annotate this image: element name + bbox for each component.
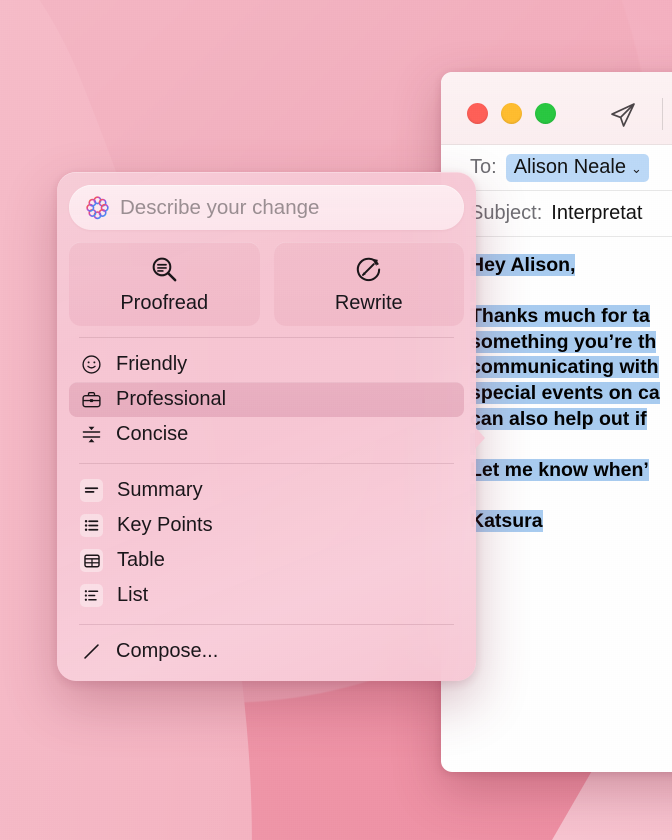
body-line: Hey Alison, (470, 253, 672, 279)
body-line: Thanks much for ta (470, 304, 672, 330)
menu-item-label: List (117, 584, 149, 606)
menu-item-friendly[interactable]: Friendly (69, 347, 464, 382)
menu-item-label: Concise (116, 423, 189, 445)
selected-text: Thanks much for ta (470, 305, 650, 328)
arrow-circlepath-pencil-icon (357, 257, 381, 281)
menu-item-compose[interactable]: Compose... (69, 634, 464, 669)
window-titlebar (441, 72, 672, 145)
smiley-face-icon (80, 354, 102, 376)
body-line: something you’re th (470, 330, 672, 356)
traffic-light-group (467, 103, 556, 124)
screen: To: Alison Neale ⌄ Subject: Interpretat … (0, 0, 672, 840)
paper-plane-icon (611, 103, 635, 127)
menu-item-concise[interactable]: Concise (69, 417, 464, 452)
send-button[interactable] (604, 96, 642, 134)
divider (79, 624, 454, 625)
apple-intelligence-icon (86, 196, 109, 220)
body-line: communicating with (470, 355, 672, 381)
rewrite-button[interactable]: Rewrite (273, 242, 464, 326)
recipient-name: Alison Neale (513, 155, 626, 178)
menu-item-list[interactable]: List (69, 578, 464, 613)
writing-tools-popover[interactable]: Describe your change Proofread Rewrite F… (57, 172, 485, 681)
selected-text: Let me know when’ (470, 458, 649, 481)
proofread-label: Proofread (120, 291, 209, 314)
pencil-icon (80, 641, 102, 663)
describe-change-placeholder: Describe your change (120, 195, 320, 219)
primary-actions: Proofread Rewrite (69, 242, 464, 326)
menu-item-label: Friendly (116, 353, 188, 375)
text-magnifyingglass-icon (152, 257, 177, 281)
zoom-button[interactable] (535, 103, 556, 124)
menu-item-professional[interactable]: Professional (69, 382, 464, 417)
menu-item-label: Table (117, 549, 165, 571)
divider (79, 337, 454, 338)
body-line-blank (470, 483, 672, 509)
body-line: special events on ca (470, 381, 672, 407)
to-field-row[interactable]: To: Alison Neale ⌄ (441, 145, 672, 191)
selected-text: special events on ca (470, 381, 660, 404)
summary-lines-icon (80, 479, 103, 502)
menu-item-key-points[interactable]: Key Points (69, 508, 464, 543)
popover-pointer (475, 427, 485, 449)
selected-text: can also help out if (470, 407, 647, 430)
menu-item-label: Compose... (116, 640, 219, 662)
selected-text: communicating with (470, 356, 659, 379)
body-line-blank (470, 432, 672, 458)
selected-text: Katsura (470, 509, 543, 532)
body-line: Katsura (470, 509, 672, 535)
bullet-list-icon (80, 584, 103, 607)
briefcase-icon (80, 389, 102, 411)
subject-value: Interpretat (551, 202, 643, 224)
body-line: can also help out if (470, 407, 672, 433)
body-line-blank (470, 279, 672, 305)
toolbar-divider (662, 98, 663, 130)
menu-item-table[interactable]: Table (69, 543, 464, 578)
menu-item-label: Professional (116, 388, 227, 410)
proofread-button[interactable]: Proofread (69, 242, 260, 326)
rewrite-label: Rewrite (334, 291, 403, 314)
describe-change-field[interactable]: Describe your change (69, 185, 464, 230)
menu-item-summary[interactable]: Summary (69, 473, 464, 508)
minimize-button[interactable] (501, 103, 522, 124)
body-line: Let me know when’ (470, 458, 672, 484)
table-grid-icon (80, 549, 103, 572)
menu-item-label: Summary (117, 479, 203, 501)
menu-item-label: Key Points (117, 514, 213, 536)
selected-text: something you’re th (470, 330, 657, 353)
selected-text: Hey Alison, (470, 254, 576, 276)
to-label: To: (470, 156, 497, 178)
chevron-down-icon[interactable]: ⌄ (631, 162, 642, 175)
close-button[interactable] (467, 103, 488, 124)
key-points-list-icon (80, 514, 103, 537)
recipient-token[interactable]: Alison Neale ⌄ (505, 153, 649, 182)
divider (79, 463, 454, 464)
arrows-to-line-icon (80, 424, 102, 446)
subject-label: Subject: (470, 202, 543, 224)
